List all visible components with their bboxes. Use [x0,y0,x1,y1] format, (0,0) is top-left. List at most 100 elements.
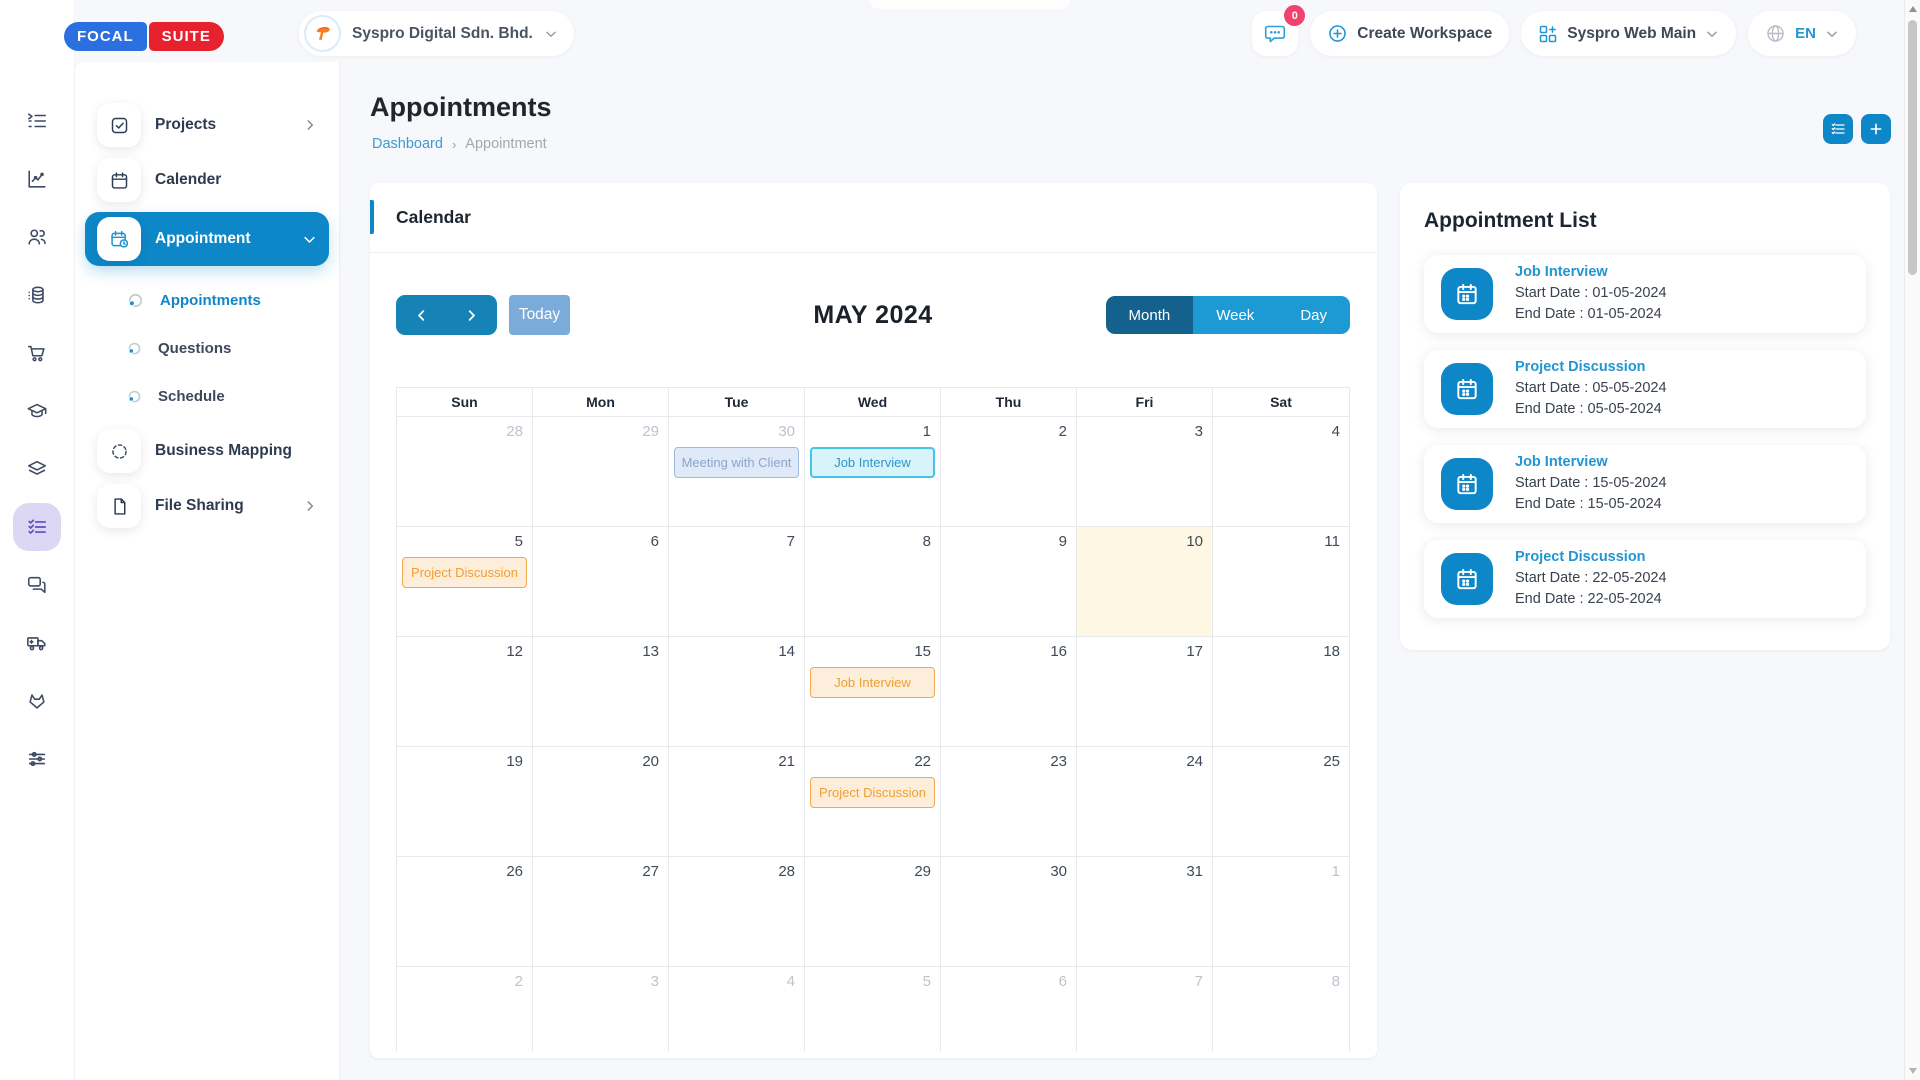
cart-icon[interactable] [13,329,61,377]
day-cell-2[interactable]: 2 [397,967,533,1052]
day-cell-17[interactable]: 17 [1077,637,1213,747]
chevron-right-icon [303,118,317,132]
day-cell-30[interactable]: 30Meeting with Client [669,417,805,527]
scroll-up-arrow-icon[interactable] [1909,6,1917,12]
day-cell-23[interactable]: 23 [941,747,1077,857]
day-cell-24[interactable]: 24 [1077,747,1213,857]
day-cell-8[interactable]: 8 [805,527,941,637]
calendar-event[interactable]: Job Interview [810,667,935,698]
day-cell-1[interactable]: 1 [1213,857,1349,967]
list-view-button[interactable] [1823,114,1853,144]
day-cell-10[interactable]: 10 [1077,527,1213,637]
sidebar-item-appointment[interactable]: Appointment [85,212,329,266]
appointment-card[interactable]: Project DiscussionStart Date : 05-05-202… [1424,350,1866,428]
calendar-card-header: Calendar [370,183,1377,253]
sidebar-subitem-schedule[interactable]: Schedule [75,372,339,420]
day-number: 11 [1213,527,1349,550]
today-button[interactable]: Today [509,295,570,335]
appointment-card[interactable]: Job InterviewStart Date : 01-05-2024End … [1424,255,1866,333]
day-cell-16[interactable]: 16 [941,637,1077,747]
view-week-button[interactable]: Week [1193,296,1277,334]
sidebar-subitem-questions[interactable]: Questions [75,324,339,372]
day-cell-1[interactable]: 1Job Interview [805,417,941,527]
finance-icon[interactable] [13,271,61,319]
appointment-list-title: Appointment List [1424,209,1866,233]
calendar-event[interactable]: Meeting with Client [674,447,799,478]
chat-threads-icon[interactable] [13,561,61,609]
day-cell-15[interactable]: 15Job Interview [805,637,941,747]
day-cell-28[interactable]: 28 [397,417,533,527]
sidebar-item-business-mapping[interactable]: Business Mapping [89,428,325,474]
day-cell-4[interactable]: 4 [1213,417,1349,527]
day-cell-27[interactable]: 27 [533,857,669,967]
appointment-start-date: Start Date : 22-05-2024 [1515,568,1667,589]
day-cell-13[interactable]: 13 [533,637,669,747]
users-icon[interactable] [13,213,61,261]
sidebar-item-projects[interactable]: Projects [89,102,325,148]
add-appointment-button[interactable] [1861,114,1891,144]
day-cell-20[interactable]: 20 [533,747,669,857]
calendar-icon [1454,376,1480,402]
appointment-card[interactable]: Job InterviewStart Date : 15-05-2024End … [1424,445,1866,523]
day-cell-4[interactable]: 4 [669,967,805,1052]
sidebar-subitem-appointments[interactable]: Appointments [75,276,339,324]
calendar-event[interactable]: Job Interview [810,447,935,478]
checklist-icon[interactable] [13,503,61,551]
day-cell-28[interactable]: 28 [669,857,805,967]
day-cell-22[interactable]: 22Project Discussion [805,747,941,857]
day-cell-29[interactable]: 29 [805,857,941,967]
day-cell-6[interactable]: 6 [533,527,669,637]
prev-month-button[interactable] [396,295,447,335]
create-workspace-button[interactable]: Create Workspace [1310,11,1509,56]
appointment-card[interactable]: Project DiscussionStart Date : 22-05-202… [1424,540,1866,618]
day-cell-3[interactable]: 3 [533,967,669,1052]
scrollbar-thumb[interactable] [1908,20,1917,275]
delivery-truck-icon[interactable] [13,619,61,667]
appointment-end-date: End Date : 15-05-2024 [1515,494,1667,515]
day-cell-5[interactable]: 5 [805,967,941,1052]
breadcrumb-dashboard-link[interactable]: Dashboard [372,136,443,152]
day-cell-11[interactable]: 11 [1213,527,1349,637]
day-cell-31[interactable]: 31 [1077,857,1213,967]
day-cell-3[interactable]: 3 [1077,417,1213,527]
chat-button[interactable]: 0 [1252,11,1298,56]
view-day-button[interactable]: Day [1277,296,1350,334]
task-list-icon[interactable] [13,97,61,145]
language-selector[interactable]: EN [1748,11,1856,56]
day-cell-5[interactable]: 5Project Discussion [397,527,533,637]
analytics-icon[interactable] [13,155,61,203]
gitlab-icon[interactable] [13,677,61,725]
workspace-switcher[interactable]: Syspro Web Main [1521,11,1736,56]
day-cell-2[interactable]: 2 [941,417,1077,527]
next-month-button[interactable] [447,295,498,335]
day-number: 7 [669,527,804,550]
day-cell-8[interactable]: 8 [1213,967,1349,1052]
day-cell-26[interactable]: 26 [397,857,533,967]
day-cell-7[interactable]: 7 [669,527,805,637]
day-cell-29[interactable]: 29 [533,417,669,527]
day-cell-12[interactable]: 12 [397,637,533,747]
sidebar-item-label: Projects [155,116,289,134]
day-cell-21[interactable]: 21 [669,747,805,857]
day-cell-7[interactable]: 7 [1077,967,1213,1052]
vertical-scrollbar[interactable] [1904,0,1920,1080]
sidebar-item-calender[interactable]: Calender [89,157,325,203]
workspace-selector[interactable]: Syspro Digital Sdn. Bhd. [299,11,574,56]
education-icon[interactable] [13,387,61,435]
sidebar-item-file-sharing[interactable]: File Sharing [89,483,325,529]
focal-suite-logo[interactable]: FOCAL SUITE [64,22,224,51]
view-month-button[interactable]: Month [1106,296,1194,334]
day-cell-9[interactable]: 9 [941,527,1077,637]
day-cell-30[interactable]: 30 [941,857,1077,967]
day-cell-18[interactable]: 18 [1213,637,1349,747]
calendar-week-row: 12131415Job Interview161718 [397,637,1349,747]
day-cell-25[interactable]: 25 [1213,747,1349,857]
day-cell-19[interactable]: 19 [397,747,533,857]
settings-sliders-icon[interactable] [13,735,61,783]
day-cell-14[interactable]: 14 [669,637,805,747]
layers-icon[interactable] [13,445,61,493]
day-cell-6[interactable]: 6 [941,967,1077,1052]
calendar-event[interactable]: Project Discussion [402,557,527,588]
scroll-down-arrow-icon[interactable] [1909,1068,1917,1074]
calendar-event[interactable]: Project Discussion [810,777,935,808]
